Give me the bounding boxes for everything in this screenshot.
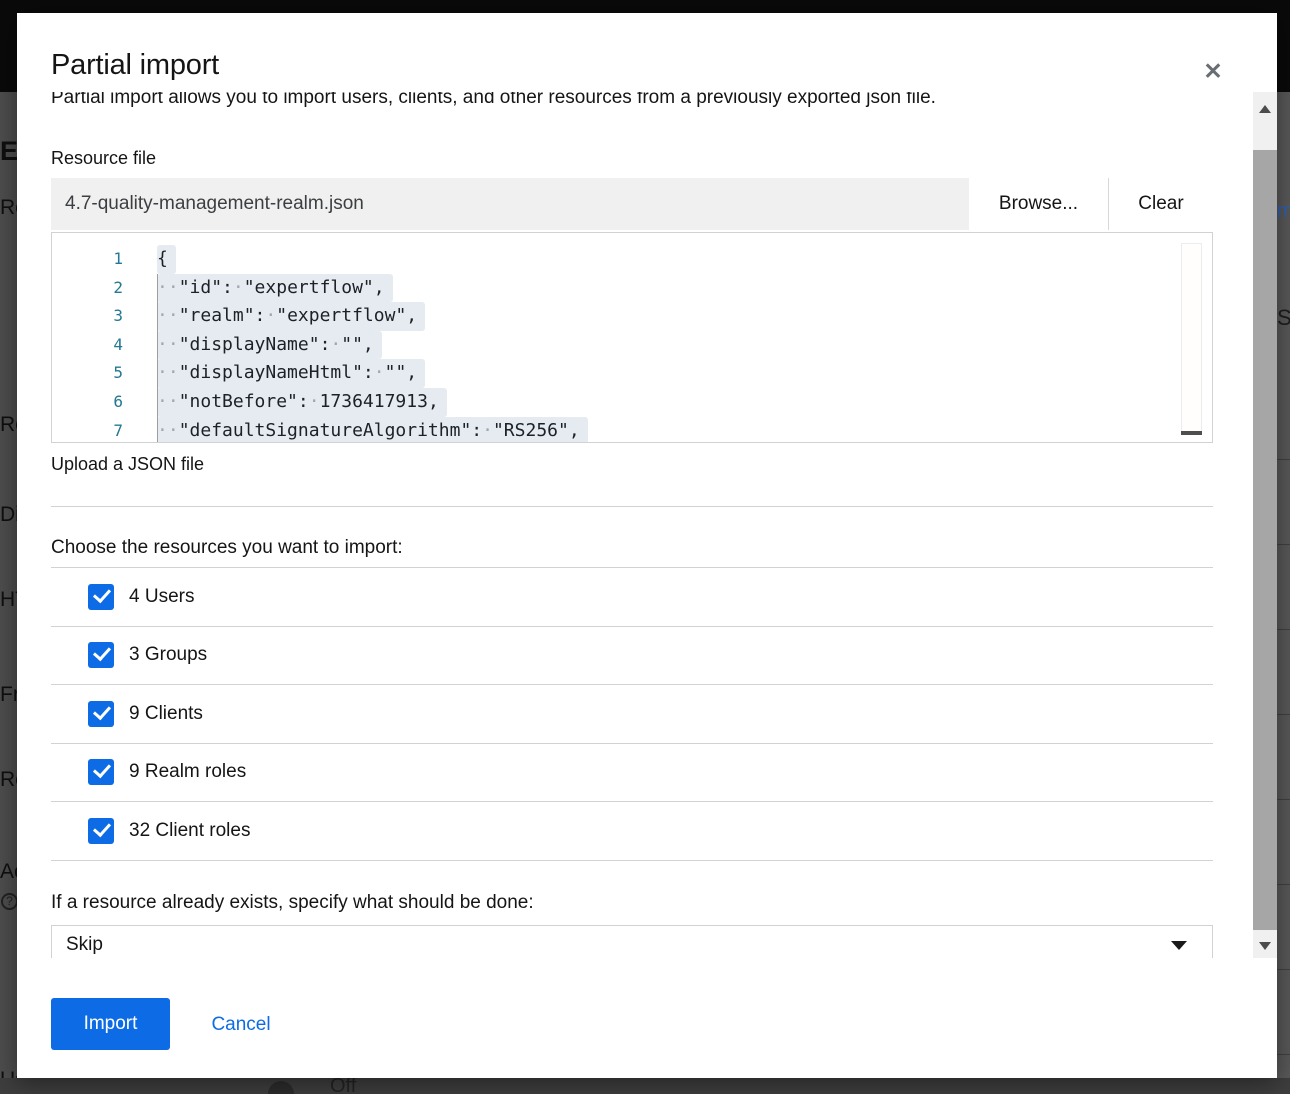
resource-label: 9 Clients — [129, 703, 203, 725]
resource-row: 32 Client roles — [51, 802, 1213, 861]
resource-label: 9 Realm roles — [129, 761, 246, 783]
bg-fragment: Re — [0, 768, 17, 792]
dialog-scrollbar[interactable] — [1253, 92, 1277, 958]
browse-button[interactable]: Browse... — [969, 178, 1108, 230]
policy-select[interactable]: Skip — [51, 925, 1213, 959]
bg-fragment: E — [0, 136, 17, 167]
bg-fragment: Se — [1277, 305, 1290, 331]
resource-row: 9 Realm roles — [51, 744, 1213, 803]
resource-checkbox[interactable] — [88, 642, 114, 668]
resource-checkbox[interactable] — [88, 584, 114, 610]
resource-checkbox[interactable] — [88, 701, 114, 727]
file-name-input[interactable] — [51, 178, 969, 230]
resource-label: 4 Users — [129, 586, 194, 608]
bg-fragment: Ac — [0, 860, 17, 884]
chevron-down-icon — [1171, 941, 1187, 950]
editor-scrollbar-thumb[interactable] — [1181, 431, 1202, 435]
json-code-editor[interactable]: 1{2··"id":·"expertflow",3··"realm":·"exp… — [51, 232, 1213, 443]
policy-label: If a resource already exists, specify wh… — [51, 892, 1213, 914]
dialog-scrollbar-thumb[interactable] — [1253, 150, 1277, 930]
resource-label: 32 Client roles — [129, 820, 250, 842]
upload-helper-text: Upload a JSON file — [51, 454, 1213, 475]
indent-guide — [157, 274, 158, 442]
resource-checkbox[interactable] — [88, 759, 114, 785]
background-page-right-edge: m Se — [1277, 92, 1290, 1078]
dialog-description: Partial import allows you to import user… — [51, 92, 1213, 111]
bg-row-lines — [1277, 375, 1290, 1078]
bg-fragment: Fr — [0, 683, 17, 707]
bg-toggle-label: Off — [330, 1078, 356, 1094]
code-line: 7··"defaultSignatureAlgorithm":·"RS256", — [52, 417, 1212, 443]
resource-list: 4 Users 3 Groups 9 Clients 9 Realm roles… — [51, 567, 1213, 861]
help-icon: ? — [1, 893, 17, 910]
choose-resources-label: Choose the resources you want to import: — [51, 537, 1213, 559]
cancel-button[interactable]: Cancel — [211, 1014, 270, 1036]
bg-fragment: Di — [0, 503, 17, 527]
code-line: 2··"id":·"expertflow", — [52, 274, 1212, 303]
policy-selected-value: Skip — [66, 934, 103, 955]
dialog-title: Partial import — [51, 49, 219, 82]
resource-row: 3 Groups — [51, 627, 1213, 686]
resource-row: 4 Users — [51, 568, 1213, 627]
divider — [51, 506, 1213, 507]
partial-import-dialog: Partial import ✕ Partial import allows y… — [17, 13, 1277, 1078]
background-page-bottom-edge: Off — [0, 1078, 1290, 1094]
scroll-down-icon[interactable] — [1259, 942, 1271, 950]
code-line: 3··"realm":·"expertflow", — [52, 302, 1212, 331]
bg-toggle-icon — [268, 1081, 294, 1094]
bg-fragment: Us — [0, 1068, 17, 1078]
editor-scrollbar[interactable] — [1181, 243, 1202, 435]
background-page-left-edge: E Re Re Di HT Fr Re Ac ? Us — [0, 92, 17, 1078]
resource-file-label: Resource file — [51, 148, 1213, 169]
resource-label: 3 Groups — [129, 644, 207, 666]
close-icon[interactable]: ✕ — [1197, 55, 1229, 87]
import-button[interactable]: Import — [51, 998, 170, 1050]
code-lines: 1{2··"id":·"expertflow",3··"realm":·"exp… — [52, 245, 1212, 443]
dialog-footer: Import Cancel — [17, 958, 1277, 1078]
bg-fragment: Re — [0, 413, 17, 437]
dialog-body: Partial import allows you to import user… — [17, 92, 1253, 958]
file-upload-control: Browse... Clear — [51, 178, 1213, 230]
code-line: 4··"displayName":·"", — [52, 331, 1212, 360]
resource-checkbox[interactable] — [88, 818, 114, 844]
code-line: 5··"displayNameHtml":·"", — [52, 359, 1212, 388]
bg-fragment: Re — [0, 196, 17, 220]
bg-fragment: HT — [0, 588, 17, 612]
code-line: 1{ — [52, 245, 1212, 274]
bg-fragment-link: m — [1277, 200, 1290, 223]
code-line: 6··"notBefore":·1736417913, — [52, 388, 1212, 417]
scroll-up-icon[interactable] — [1259, 105, 1271, 113]
resource-row: 9 Clients — [51, 685, 1213, 744]
clear-button[interactable]: Clear — [1108, 178, 1213, 230]
